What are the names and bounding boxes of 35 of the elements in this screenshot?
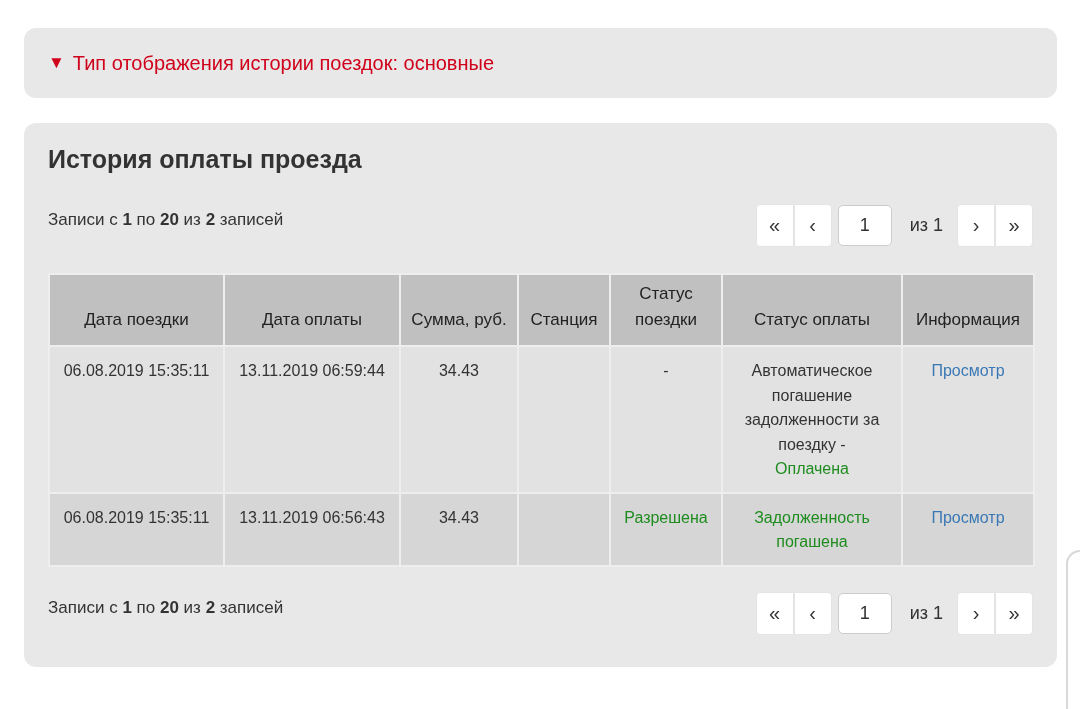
column-header: Дата поездки	[49, 274, 224, 346]
next-page-button[interactable]: ›	[957, 591, 995, 635]
display-type-toggle[interactable]: ▼ Тип отображения истории поездок: основные	[48, 51, 494, 75]
trip-status: Разрешена	[623, 507, 709, 528]
column-header: Дата оплаты	[224, 274, 400, 346]
page-input[interactable]: 1	[837, 205, 892, 246]
last-page-button[interactable]: »	[995, 204, 1033, 247]
records-info: Записи с 1 по 20 из 2 записей	[48, 597, 284, 618]
trip-status: -	[662, 361, 670, 381]
page-total: из 1	[909, 602, 943, 624]
last-page-button[interactable]: »	[995, 591, 1033, 635]
column-header: Статус поездки	[610, 274, 722, 346]
payment-status: Автоматическое погашение задолженности за поездку -	[743, 361, 881, 455]
column-header: Статус оплаты	[722, 274, 902, 346]
payment-status: Задолженность погашена	[753, 507, 871, 552]
column-header: Сумма, руб.	[400, 274, 518, 346]
first-page-button[interactable]: «	[755, 204, 794, 247]
next-page-button[interactable]: ›	[957, 204, 995, 247]
payment-status: Оплачена	[774, 459, 850, 479]
records-info: Записи с 1 по 20 из 2 записей	[48, 210, 284, 230]
table-cell: 13.11.2019 06:56:43	[224, 492, 400, 566]
table-cell: 13.11.2019 06:59:44	[224, 346, 400, 493]
view-link[interactable]: Просмотр	[931, 362, 1005, 379]
prev-page-button[interactable]: ‹	[793, 591, 832, 635]
prev-page-button[interactable]: ‹	[793, 204, 832, 247]
first-page-button[interactable]: «	[755, 591, 794, 635]
page-total: из 1	[909, 215, 943, 236]
table-cell: 06.08.2019 15:35:11	[49, 492, 224, 566]
section-title: История оплаты проезда	[48, 145, 363, 174]
column-header: Информация	[902, 274, 1034, 346]
table-cell: 34.43	[400, 346, 518, 493]
page-input[interactable]: 1	[837, 592, 892, 634]
table-cell: 06.08.2019 15:35:11	[49, 346, 224, 493]
table-cell: 34.43	[400, 492, 518, 566]
column-header: Станция	[518, 274, 610, 346]
